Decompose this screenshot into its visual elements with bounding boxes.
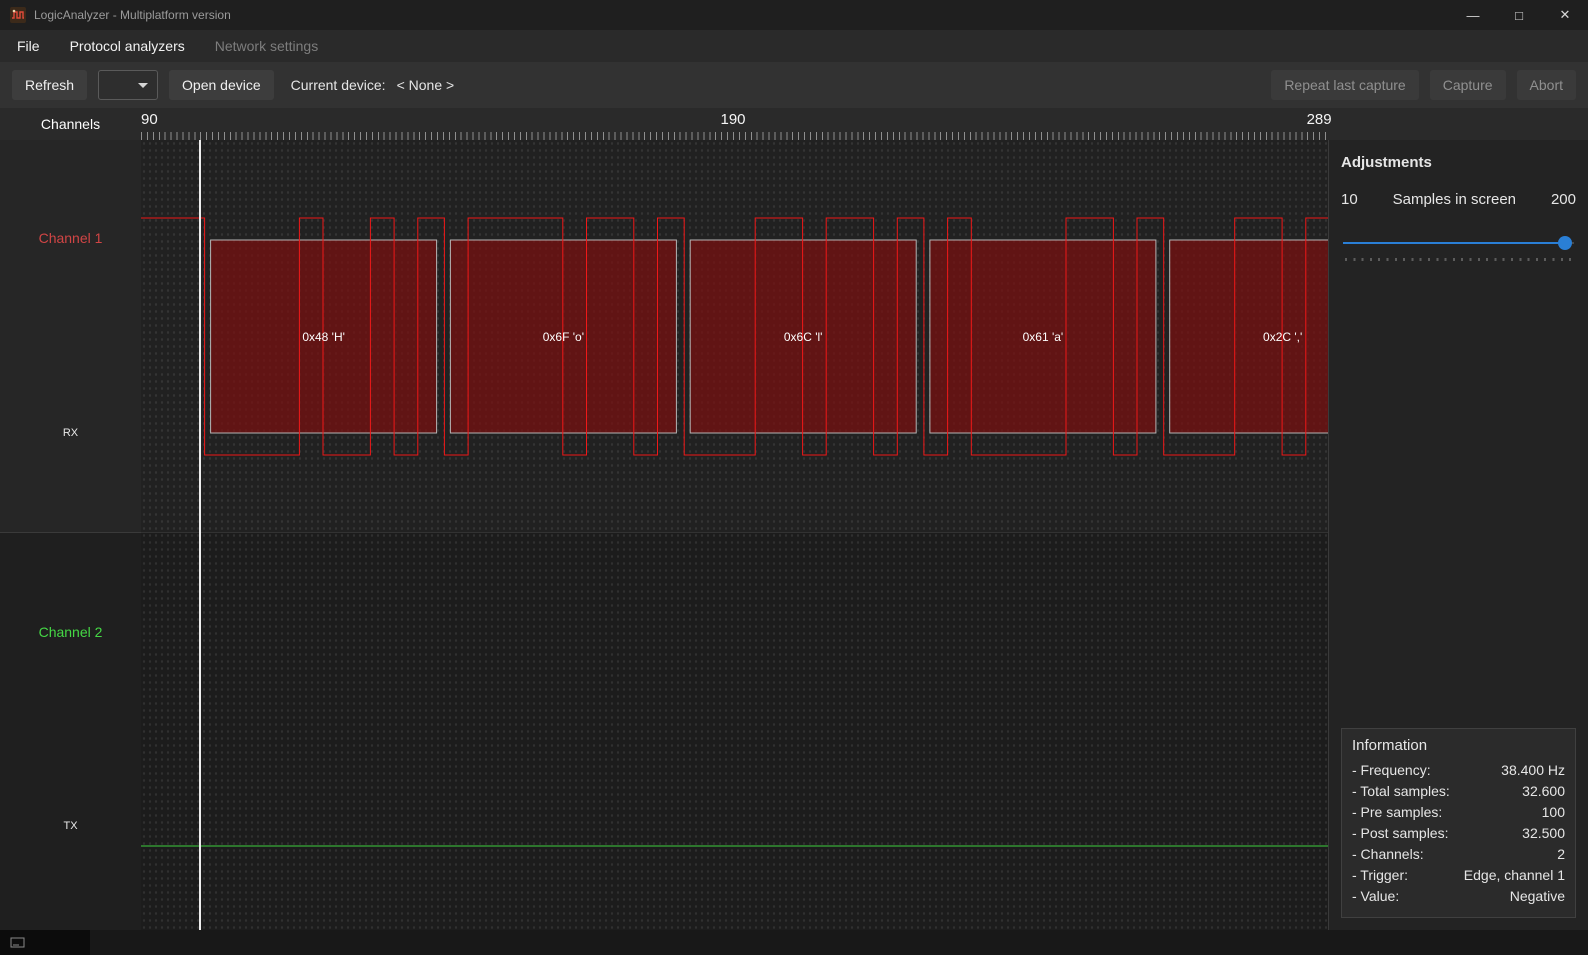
waveform-area[interactable]: 0x48 'H'0x6F 'o'0x6C 'l'0x61 'a'0x2C ',' [141, 140, 1328, 930]
waveform-svg [141, 140, 1328, 930]
info-row-trigger: - Trigger: Edge, channel 1 [1352, 865, 1565, 886]
info-row-post-samples: - Post samples: 32.500 [1352, 823, 1565, 844]
slider-tickmarks [1345, 258, 1572, 261]
current-device-label: Current device: [291, 77, 386, 93]
panel-toggle-icon[interactable] [10, 937, 26, 949]
channel-labels-column: Channel 1 RX Channel 2 TX [0, 140, 141, 930]
open-device-button[interactable]: Open device [169, 70, 274, 100]
trigger-marker [199, 140, 201, 930]
slider-thumb[interactable] [1558, 236, 1572, 250]
repeat-last-capture-button[interactable]: Repeat last capture [1271, 70, 1418, 100]
ruler-tick-label: 190 [720, 111, 745, 128]
channels-header: Channels [0, 108, 141, 140]
app-window: LogicAnalyzer - Multiplatform version — … [0, 0, 1588, 955]
abort-button[interactable]: Abort [1517, 70, 1576, 100]
capture-button[interactable]: Capture [1430, 70, 1506, 100]
samples-row: 10 Samples in screen 200 [1341, 191, 1576, 208]
current-device-value: < None > [397, 77, 455, 93]
information-panel: Information - Frequency: 38.400 Hz - Tot… [1341, 728, 1576, 918]
slider-fill [1343, 242, 1565, 244]
menu-network-settings[interactable]: Network settings [200, 30, 333, 62]
close-button[interactable]: ✕ [1542, 0, 1588, 30]
window-controls: — □ ✕ [1450, 0, 1588, 30]
statusbar [0, 930, 1588, 955]
samples-current-value: 200 [1551, 191, 1576, 208]
capture-buttons: Repeat last capture Capture Abort [1271, 70, 1576, 100]
samples-min-value: 10 [1341, 191, 1358, 208]
menubar: File Protocol analyzers Network settings [0, 30, 1588, 62]
ruler-row: Channels 90 190 289 [0, 108, 1588, 140]
info-row-value: - Value: Negative [1352, 886, 1565, 907]
channel2-name[interactable]: Channel 2 [0, 624, 141, 640]
ruler-tickmarks [141, 132, 1328, 140]
channel1-annotation: RX [0, 427, 141, 439]
app-icon [10, 7, 26, 23]
toolbar: Refresh Open device Current device: < No… [0, 62, 1588, 108]
main-area: Channel 1 RX Channel 2 TX 0x48 'H'0x6F '… [0, 140, 1588, 930]
adjustments-title: Adjustments [1341, 154, 1576, 171]
info-row-total-samples: - Total samples: 32.600 [1352, 781, 1565, 802]
right-panel: Adjustments 10 Samples in screen 200 Inf… [1328, 140, 1588, 930]
samples-in-screen-label: Samples in screen [1358, 191, 1551, 208]
uart-byte-box [450, 240, 676, 433]
channel1-label-region [0, 140, 141, 533]
sample-ruler: 90 190 289 [141, 108, 1328, 140]
uart-byte-box [930, 240, 1156, 433]
uart-byte-box [690, 240, 916, 433]
ruler-tick-label: 90 [141, 111, 158, 128]
statusbar-left [0, 930, 90, 955]
channel1-name[interactable]: Channel 1 [0, 230, 141, 246]
ruler-tick-label: 289 [1307, 111, 1332, 128]
menu-file[interactable]: File [2, 30, 55, 62]
channel2-annotation: TX [0, 820, 141, 832]
info-row-frequency: - Frequency: 38.400 Hz [1352, 760, 1565, 781]
info-row-channels: - Channels: 2 [1352, 844, 1565, 865]
uart-byte-box [1170, 240, 1328, 433]
titlebar: LogicAnalyzer - Multiplatform version — … [0, 0, 1588, 30]
window-title: LogicAnalyzer - Multiplatform version [34, 8, 1450, 22]
info-row-pre-samples: - Pre samples: 100 [1352, 802, 1565, 823]
chevron-down-icon [138, 83, 148, 88]
minimize-button[interactable]: — [1450, 0, 1496, 30]
uart-byte-box [211, 240, 437, 433]
menu-protocol-analyzers[interactable]: Protocol analyzers [55, 30, 200, 62]
samples-slider[interactable] [1343, 236, 1574, 250]
device-dropdown[interactable] [98, 70, 158, 100]
refresh-button[interactable]: Refresh [12, 70, 87, 100]
maximize-button[interactable]: □ [1496, 0, 1542, 30]
information-title: Information [1352, 737, 1565, 754]
